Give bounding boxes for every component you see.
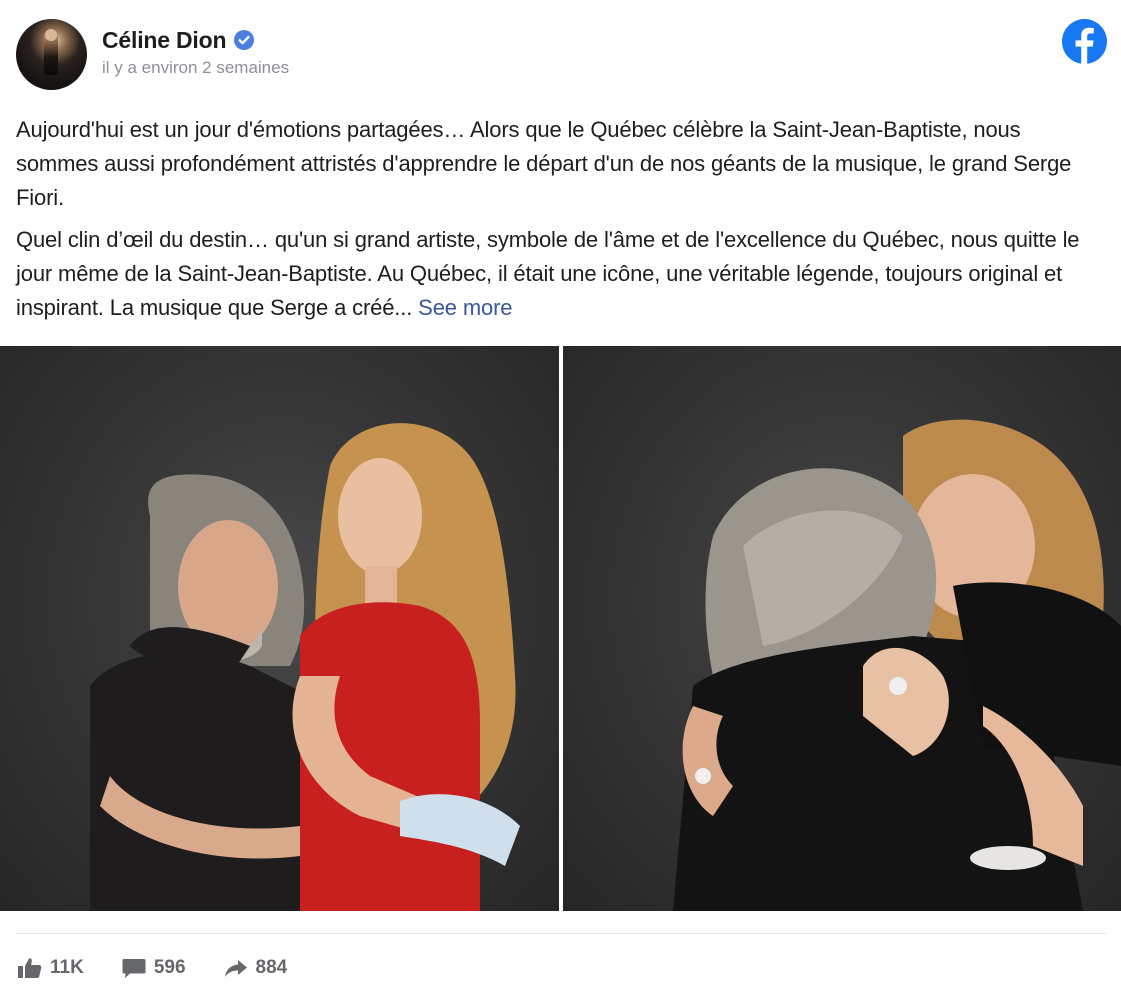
photo-right[interactable] [563,346,1121,911]
share-arrow-icon [224,960,247,977]
divider [16,933,1106,934]
engagement-bar: 11K 596 884 [18,957,325,979]
like-count[interactable]: 11K [18,957,84,979]
thumbs-up-icon [18,958,42,978]
avatar[interactable] [16,19,87,90]
post-paragraph: Quel clin d’œil du destin… qu'un si gran… [16,227,1080,320]
photo-left[interactable] [0,346,559,911]
like-count-label: 11K [50,957,84,978]
post-header: Céline Dion il y a environ 2 semaines [16,19,289,91]
verified-badge-icon [234,30,255,50]
facebook-post-card: Céline Dion il y a environ 2 semaines Au… [0,0,1121,986]
post-timestamp[interactable]: il y a environ 2 semaines [102,58,289,78]
share-count-label: 884 [255,957,288,978]
comment-count[interactable]: 596 [122,957,186,979]
comment-icon [122,959,146,978]
share-count[interactable]: 884 [224,957,288,979]
see-more-link[interactable]: See more [418,295,512,320]
post-text: Aujourd'hui est un jour d'émotions parta… [16,113,1106,333]
author-block: Céline Dion il y a environ 2 semaines [102,27,289,78]
author-name[interactable]: Céline Dion [102,27,227,54]
post-paragraph: Aujourd'hui est un jour d'émotions parta… [16,117,1072,210]
facebook-icon[interactable] [1062,19,1107,64]
comment-count-label: 596 [153,957,186,978]
photo-grid [0,346,1121,911]
